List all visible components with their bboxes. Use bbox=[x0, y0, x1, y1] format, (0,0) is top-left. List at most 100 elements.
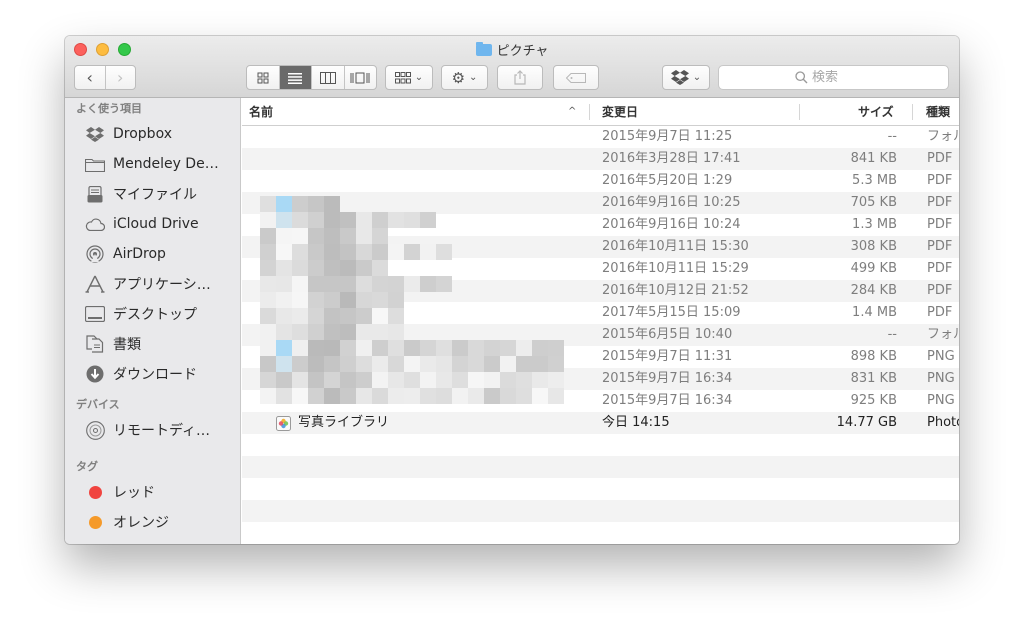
mosaic-cell bbox=[324, 276, 340, 292]
search-icon bbox=[795, 71, 808, 84]
column-view-button[interactable] bbox=[312, 66, 345, 89]
mosaic-cell bbox=[372, 228, 388, 244]
cloud-icon bbox=[85, 214, 105, 234]
mosaic-cell bbox=[404, 244, 420, 260]
column-header-kind[interactable]: 種類 bbox=[926, 98, 950, 126]
mosaic-cell bbox=[260, 292, 276, 308]
sort-ascending-icon: ^ bbox=[568, 106, 577, 117]
table-row[interactable]: 2015年9月7日 11:25--フォル bbox=[242, 126, 959, 148]
mosaic-cell bbox=[324, 308, 340, 324]
share-icon bbox=[514, 70, 526, 85]
mosaic-cell bbox=[484, 388, 500, 404]
mosaic-cell bbox=[404, 340, 420, 356]
sidebar-section-tags: タグ bbox=[76, 460, 98, 473]
sidebar-item-airdrop[interactable]: AirDrop bbox=[65, 239, 240, 269]
sidebar-item-desktop[interactable]: デスクトップ bbox=[65, 299, 240, 329]
mosaic-cell bbox=[436, 356, 452, 372]
mosaic-cell bbox=[372, 388, 388, 404]
mosaic-cell bbox=[516, 372, 532, 388]
sidebar: よく使う項目 Dropbox Mendeley De… マイファイル iClou… bbox=[65, 98, 241, 544]
mosaic-cell bbox=[532, 340, 548, 356]
mosaic-cell bbox=[500, 388, 516, 404]
mosaic-cell bbox=[324, 372, 340, 388]
sidebar-item-applications[interactable]: アプリケーシ… bbox=[65, 269, 240, 299]
sidebar-item-tag-orange[interactable]: オレンジ bbox=[65, 507, 240, 537]
mosaic-cell bbox=[372, 292, 388, 308]
sidebar-item-all-my-files[interactable]: マイファイル bbox=[65, 179, 240, 209]
sidebar-item-documents[interactable]: 書類 bbox=[65, 329, 240, 359]
column-header-name[interactable]: 名前 bbox=[249, 98, 273, 126]
sidebar-item-downloads[interactable]: ダウンロード bbox=[65, 359, 240, 389]
column-header-date[interactable]: 変更日 bbox=[602, 98, 638, 126]
mosaic-cell bbox=[276, 388, 292, 404]
file-list: 名前 ^ 変更日 サイズ 種類 2015年9月7日 11:25--フォル 201… bbox=[242, 98, 959, 544]
mosaic-cell bbox=[340, 276, 356, 292]
dropbox-icon bbox=[85, 124, 105, 144]
column-divider[interactable] bbox=[589, 104, 590, 120]
mosaic-cell bbox=[356, 372, 372, 388]
mosaic-cell bbox=[260, 388, 276, 404]
dropbox-menu-button[interactable]: ⌄ bbox=[662, 65, 710, 90]
mosaic-cell bbox=[356, 388, 372, 404]
action-menu-button[interactable]: ⚙ ⌄ bbox=[441, 65, 488, 90]
column-divider[interactable] bbox=[799, 104, 800, 120]
mosaic-cell bbox=[292, 292, 308, 308]
sidebar-item-icloud-drive[interactable]: iCloud Drive bbox=[65, 209, 240, 239]
mosaic-cell bbox=[548, 356, 564, 372]
mosaic-cell bbox=[388, 324, 404, 340]
mosaic-cell bbox=[292, 276, 308, 292]
tag-color-dot-icon bbox=[85, 482, 105, 502]
mosaic-cell bbox=[276, 260, 292, 276]
search-input[interactable] bbox=[812, 70, 872, 85]
sidebar-item-mendeley[interactable]: Mendeley De… bbox=[65, 149, 240, 179]
list-view-button[interactable] bbox=[279, 66, 312, 89]
redacted-file-names bbox=[260, 196, 572, 478]
cover-flow-button[interactable] bbox=[345, 66, 377, 89]
forward-button[interactable]: › bbox=[106, 66, 136, 89]
table-row[interactable]: 2016年5月20日 1:29 5.3 MB PDF bbox=[242, 170, 959, 192]
table-row[interactable]: 2016年3月28日 17:41 841 KB PDF bbox=[242, 148, 959, 170]
mosaic-cell bbox=[452, 388, 468, 404]
sidebar-section-devices: デバイス bbox=[76, 398, 120, 411]
mosaic-cell bbox=[356, 292, 372, 308]
mosaic-cell bbox=[276, 244, 292, 260]
column-header-size[interactable]: サイズ bbox=[858, 98, 894, 126]
mosaic-cell bbox=[276, 340, 292, 356]
mosaic-cell bbox=[260, 356, 276, 372]
mosaic-cell bbox=[260, 212, 276, 228]
sidebar-item-remote-disc[interactable]: リモートディ… bbox=[65, 415, 240, 445]
chevron-down-icon: ⌄ bbox=[469, 72, 478, 83]
sidebar-item-tag-red[interactable]: レッド bbox=[65, 477, 240, 507]
mosaic-cell bbox=[484, 356, 500, 372]
table-row bbox=[242, 500, 959, 522]
mosaic-cell bbox=[500, 372, 516, 388]
column-divider[interactable] bbox=[912, 104, 913, 120]
search-field[interactable] bbox=[718, 65, 949, 90]
mosaic-cell bbox=[372, 308, 388, 324]
arrange-button[interactable]: ⌄ bbox=[385, 65, 433, 90]
icon-view-button[interactable] bbox=[247, 66, 280, 89]
mosaic-cell bbox=[308, 212, 324, 228]
mosaic-cell bbox=[404, 388, 420, 404]
mosaic-cell bbox=[372, 372, 388, 388]
mosaic-cell bbox=[468, 372, 484, 388]
tags-button[interactable] bbox=[553, 65, 599, 90]
mosaic-cell bbox=[308, 324, 324, 340]
sidebar-item-label: Mendeley De… bbox=[113, 156, 219, 172]
icon-view-icon bbox=[257, 72, 269, 83]
sidebar-item-label: リモートディ… bbox=[113, 423, 211, 439]
mosaic-cell bbox=[260, 276, 276, 292]
mosaic-cell bbox=[404, 212, 420, 228]
chevron-right-icon: › bbox=[117, 68, 124, 87]
mosaic-cell bbox=[292, 244, 308, 260]
mosaic-cell bbox=[276, 324, 292, 340]
sidebar-item-dropbox[interactable]: Dropbox bbox=[65, 119, 240, 149]
mosaic-cell bbox=[292, 228, 308, 244]
mosaic-cell bbox=[276, 276, 292, 292]
share-button[interactable] bbox=[497, 65, 543, 90]
mosaic-cell bbox=[324, 356, 340, 372]
back-button[interactable]: ‹ bbox=[75, 66, 106, 89]
chevron-left-icon: ‹ bbox=[86, 68, 93, 87]
title-bar: ピクチャ ‹ › ⌄ ⚙ ⌄ ⌄ 検索 bbox=[65, 36, 959, 98]
mosaic-cell bbox=[324, 324, 340, 340]
